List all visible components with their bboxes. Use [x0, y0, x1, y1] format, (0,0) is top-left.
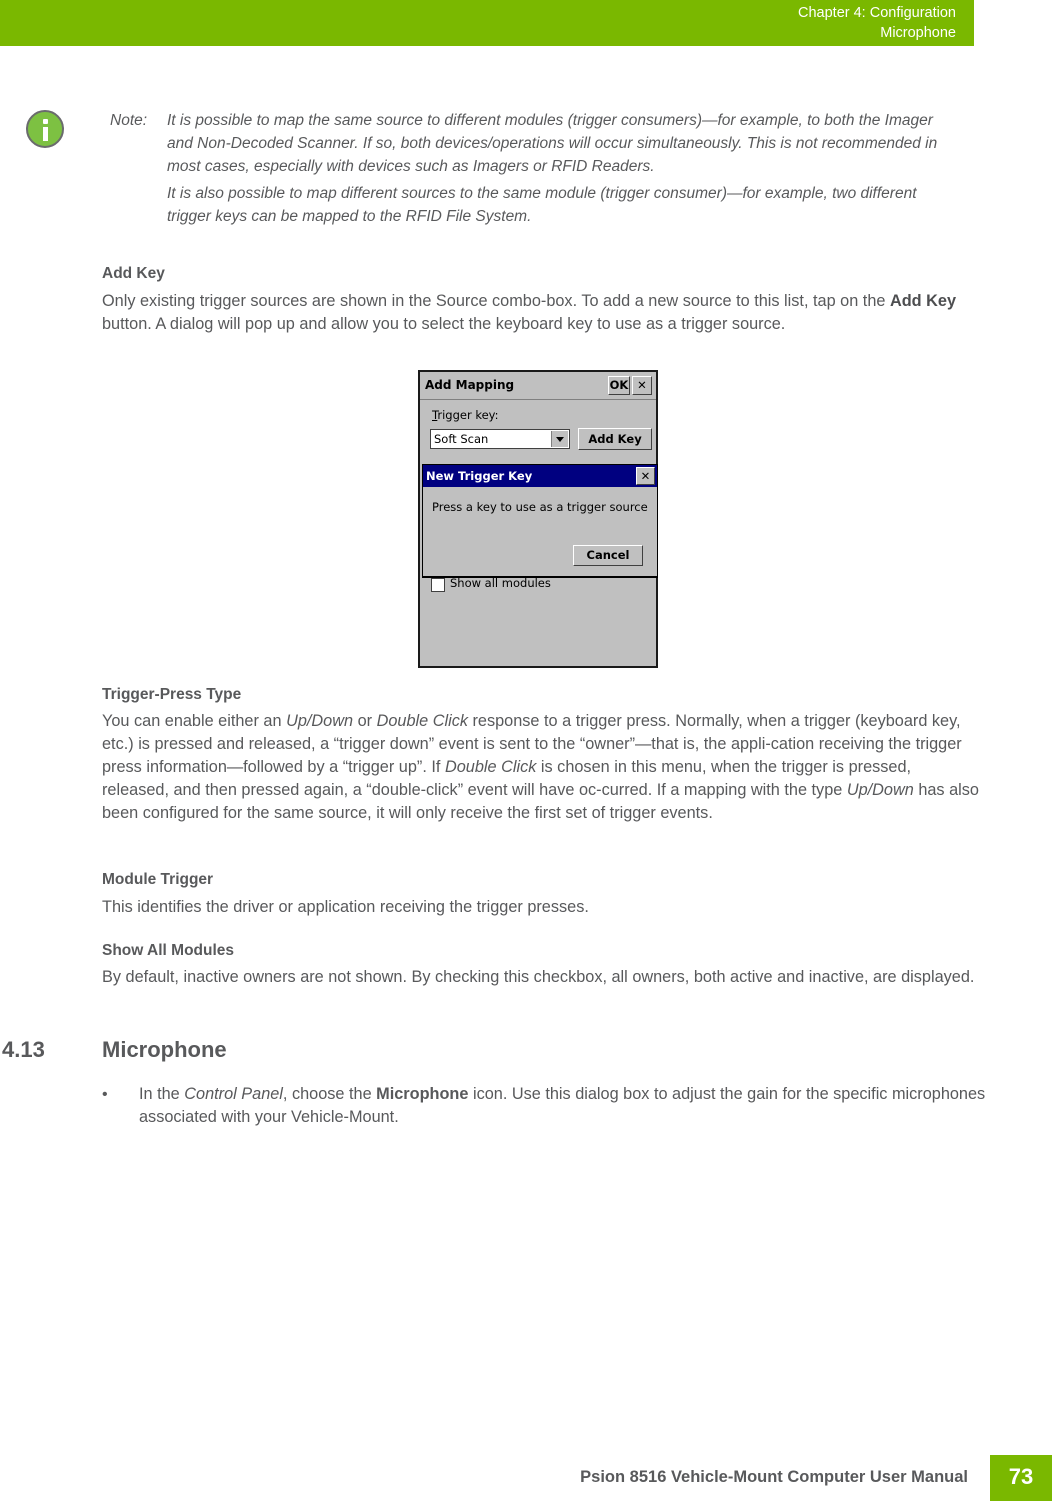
trigger-press-heading: Trigger-Press Type	[102, 686, 242, 703]
chapter-title: Chapter 4: Configuration	[798, 5, 956, 21]
trigger-key-value: Soft Scan	[434, 432, 489, 446]
running-header: Chapter 4: Configuration Microphone	[798, 3, 956, 43]
show-all-modules-checkbox[interactable]	[431, 578, 445, 592]
note-label: Note:	[110, 112, 148, 129]
module-trigger-heading: Module Trigger	[102, 871, 214, 888]
module-trigger-paragraph: This identifies the driver or applicatio…	[102, 898, 589, 916]
add-key-paragraph: Only existing trigger sources are shown …	[102, 292, 956, 333]
manual-title: Psion 8516 Vehicle-Mount Computer User M…	[580, 1468, 968, 1486]
close-icon[interactable]: ✕	[632, 376, 652, 395]
header-bar: Chapter 4: Configuration Microphone	[0, 0, 974, 46]
add-mapping-title: Add Mapping	[425, 378, 515, 392]
new-trigger-key-title: New Trigger Key	[426, 469, 533, 483]
close-icon[interactable]: ✕	[636, 467, 655, 485]
page-number: 73	[990, 1455, 1052, 1501]
bullet-icon: •	[102, 1086, 108, 1103]
trigger-press-paragraph: You can enable either an Up/Down or Doub…	[102, 712, 979, 822]
add-mapping-titlebar: Add Mapping OK ✕	[420, 372, 656, 400]
cancel-button[interactable]: Cancel	[573, 545, 643, 566]
new-trigger-key-dialog: New Trigger Key ✕ Press a key to use as …	[422, 464, 658, 578]
info-icon	[26, 110, 64, 148]
note-paragraph: It is possible to map the same source to…	[167, 112, 938, 175]
ok-button[interactable]: OK	[608, 376, 630, 395]
section-title: Microphone	[880, 25, 956, 41]
show-all-modules-label: Show all modules	[450, 576, 551, 590]
section-number: 4.13	[2, 1037, 45, 1062]
add-key-button[interactable]: Add Key	[578, 428, 652, 450]
trigger-key-label: Trigger key:	[432, 408, 499, 422]
new-trigger-key-message: Press a key to use as a trigger source	[432, 500, 648, 514]
note-paragraph: It is also possible to map different sou…	[167, 185, 917, 225]
show-all-modules-paragraph: By default, inactive owners are not show…	[102, 968, 975, 986]
show-all-modules-heading: Show All Modules	[102, 942, 235, 959]
microphone-instruction: In the Control Panel, choose the Microph…	[139, 1085, 986, 1126]
add-key-heading: Add Key	[102, 265, 165, 282]
chevron-down-icon[interactable]	[551, 431, 568, 447]
note-block: Note: It is possible to map the same sou…	[110, 109, 940, 232]
add-mapping-screenshot: Add Mapping OK ✕ Trigger key: Soft Scan …	[418, 370, 658, 668]
trigger-key-combobox[interactable]: Soft Scan	[430, 429, 570, 449]
section-heading: Microphone	[102, 1037, 227, 1062]
new-trigger-key-titlebar: New Trigger Key ✕	[423, 465, 657, 487]
